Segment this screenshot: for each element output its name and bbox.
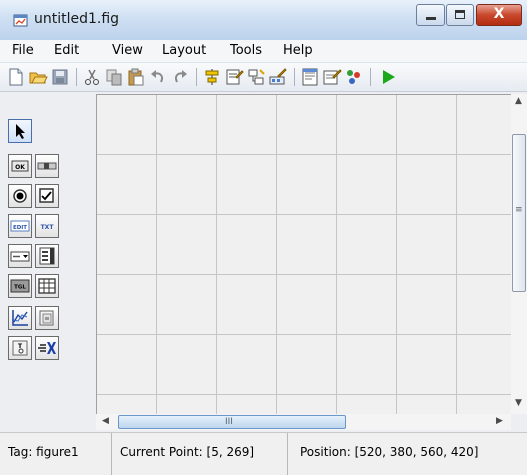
scroll-down-icon[interactable]: ▼ bbox=[515, 398, 522, 408]
table-tool[interactable] bbox=[35, 274, 59, 298]
check-box-tool[interactable] bbox=[35, 184, 59, 208]
check-box-icon bbox=[39, 188, 54, 203]
menu-layout[interactable]: Layout bbox=[162, 43, 206, 58]
menu-editor-icon[interactable] bbox=[224, 67, 244, 87]
select-arrow-icon bbox=[16, 124, 25, 139]
scroll-up-icon[interactable]: ▲ bbox=[515, 96, 522, 106]
status-current-point-cell: Current Point: [5, 269] bbox=[112, 433, 288, 475]
toolbar-separator bbox=[196, 68, 197, 86]
button-group-icon: T bbox=[12, 340, 28, 356]
menu-view[interactable]: View bbox=[112, 43, 143, 58]
cut-icon[interactable] bbox=[82, 67, 102, 87]
panel-icon bbox=[39, 310, 54, 326]
table-icon bbox=[38, 278, 56, 294]
maximize-button[interactable] bbox=[446, 4, 474, 26]
layout-canvas[interactable] bbox=[96, 94, 511, 414]
axes-icon bbox=[12, 310, 28, 326]
run-figure-icon[interactable] bbox=[378, 67, 398, 87]
align-objects-icon[interactable] bbox=[202, 67, 222, 87]
close-icon: X bbox=[493, 6, 505, 22]
edit-text-icon: EDIT bbox=[10, 220, 30, 232]
svg-text:OK: OK bbox=[15, 164, 25, 171]
new-figure-icon[interactable] bbox=[6, 67, 26, 87]
listbox-icon bbox=[39, 247, 55, 265]
property-inspector-icon[interactable] bbox=[322, 67, 342, 87]
guide-window: untitled1.fig X File Edit View Layout To… bbox=[0, 0, 527, 475]
open-file-icon[interactable] bbox=[28, 67, 48, 87]
minimize-icon bbox=[426, 17, 436, 20]
window-title: untitled1.fig bbox=[34, 11, 120, 27]
status-tag-cell: Tag: figure1 bbox=[0, 433, 112, 475]
title-bar[interactable]: untitled1.fig X bbox=[0, 0, 527, 40]
component-palette: OK EDIT TXT TGL T bbox=[2, 94, 94, 430]
layout-area: OK EDIT TXT TGL T ▲ ≡ ▼ ◀ III ▶ bbox=[0, 92, 527, 432]
axes-tool[interactable] bbox=[8, 306, 32, 330]
paste-icon[interactable] bbox=[126, 67, 146, 87]
scroll-right-icon[interactable]: ▶ bbox=[496, 416, 503, 426]
undo-icon[interactable] bbox=[148, 67, 168, 87]
horizontal-scroll-thumb[interactable]: III bbox=[118, 415, 346, 429]
button-group-tool[interactable]: T bbox=[8, 336, 32, 360]
m-file-editor-icon[interactable] bbox=[300, 67, 320, 87]
scroll-left-icon[interactable]: ◀ bbox=[102, 416, 109, 426]
toggle-button-tool[interactable]: TGL bbox=[8, 274, 32, 298]
figure-file-icon bbox=[13, 14, 28, 27]
popup-menu-icon bbox=[10, 251, 30, 262]
push-button-icon: OK bbox=[11, 160, 29, 172]
menu-edit[interactable]: Edit bbox=[54, 43, 79, 58]
layout-grid bbox=[97, 95, 511, 414]
activex-control-icon bbox=[38, 342, 56, 354]
activex-control-tool[interactable] bbox=[35, 336, 59, 360]
grip-icon: ≡ bbox=[515, 205, 523, 215]
menu-bar: File Edit View Layout Tools Help bbox=[0, 40, 527, 63]
toolbar-editor-icon[interactable] bbox=[268, 67, 288, 87]
edit-text-tool[interactable]: EDIT bbox=[8, 214, 32, 238]
popup-menu-tool[interactable] bbox=[8, 244, 32, 268]
status-tag: Tag: figure1 bbox=[8, 445, 79, 459]
svg-text:EDIT: EDIT bbox=[13, 225, 27, 231]
listbox-tool[interactable] bbox=[35, 244, 59, 268]
minimize-button[interactable] bbox=[416, 4, 445, 26]
svg-text:TGL: TGL bbox=[14, 285, 26, 291]
svg-text:TXT: TXT bbox=[41, 224, 55, 231]
close-button[interactable]: X bbox=[476, 4, 522, 26]
panel-tool[interactable] bbox=[35, 306, 59, 330]
static-text-tool[interactable]: TXT bbox=[35, 214, 59, 238]
static-text-icon: TXT bbox=[41, 224, 55, 231]
save-icon[interactable] bbox=[50, 67, 70, 87]
radio-button-icon bbox=[13, 189, 27, 203]
menu-file[interactable]: File bbox=[12, 43, 34, 58]
slider-icon bbox=[37, 162, 57, 170]
redo-icon[interactable] bbox=[170, 67, 190, 87]
toolbar-separator bbox=[76, 68, 77, 86]
toolbar bbox=[0, 63, 527, 92]
grip-icon: III bbox=[225, 417, 233, 427]
tab-order-editor-icon[interactable] bbox=[246, 67, 266, 87]
maximize-icon bbox=[455, 10, 465, 19]
push-button-tool[interactable]: OK bbox=[8, 154, 32, 178]
toggle-button-icon: TGL bbox=[10, 279, 30, 293]
select-tool-button[interactable] bbox=[8, 119, 32, 143]
status-current-point: Current Point: [5, 269] bbox=[120, 445, 255, 459]
horizontal-scrollbar[interactable]: ◀ III ▶ bbox=[96, 414, 511, 430]
toolbar-separator bbox=[294, 68, 295, 86]
radio-button-tool[interactable] bbox=[8, 184, 32, 208]
slider-tool[interactable] bbox=[35, 154, 59, 178]
vertical-scrollbar[interactable]: ▲ ≡ ▼ bbox=[511, 94, 527, 414]
menu-tools[interactable]: Tools bbox=[230, 43, 262, 58]
toolbar-separator bbox=[370, 68, 371, 86]
copy-icon[interactable] bbox=[104, 67, 124, 87]
menu-help[interactable]: Help bbox=[283, 43, 313, 58]
object-browser-icon[interactable] bbox=[344, 67, 364, 87]
status-bar: Tag: figure1 Current Point: [5, 269] Pos… bbox=[0, 432, 527, 475]
vertical-scroll-thumb[interactable]: ≡ bbox=[512, 134, 526, 292]
status-position: Position: [520, 380, 560, 420] bbox=[300, 445, 479, 459]
status-position-cell: Position: [520, 380, 560, 420] bbox=[288, 433, 527, 475]
